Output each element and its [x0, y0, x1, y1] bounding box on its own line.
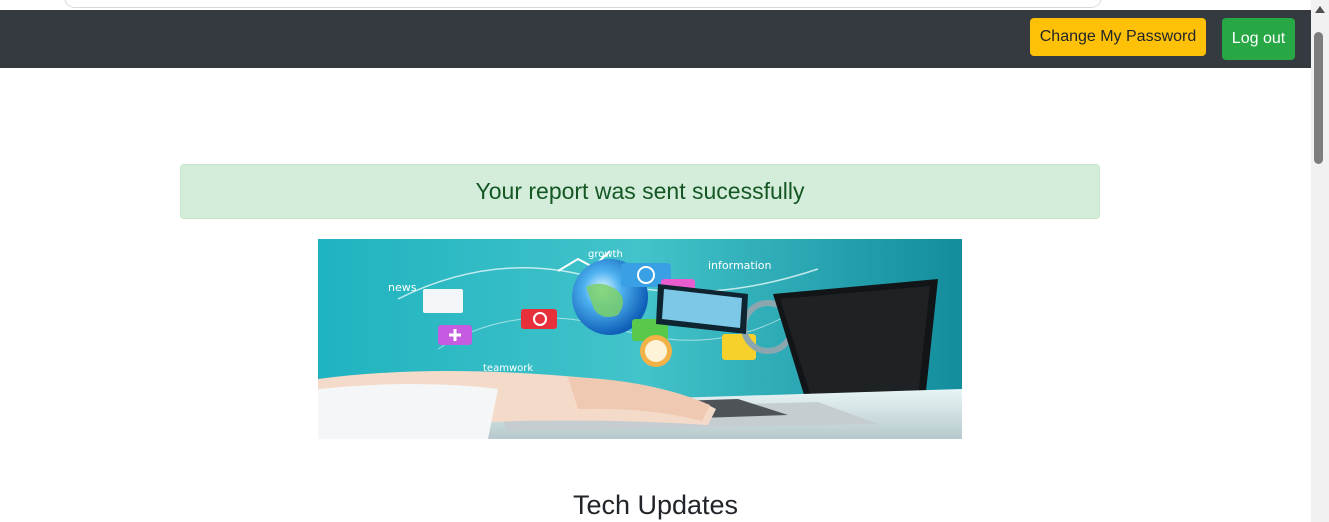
success-alert: Your report was sent sucessfully [180, 164, 1100, 219]
vertical-scrollbar[interactable] [1311, 0, 1329, 522]
hero-label-teamwork: teamwork [483, 363, 533, 374]
technology-laptop-illustration: news information growth teamwork [318, 239, 962, 439]
scroll-up-arrow-icon[interactable] [1315, 6, 1325, 13]
hero-label-news: news [388, 281, 417, 294]
hero-image: news information growth teamwork [318, 239, 962, 439]
scroll-thumb[interactable] [1314, 32, 1323, 164]
alert-message: Your report was sent sucessfully [475, 178, 805, 204]
hero-label-information: information [708, 259, 772, 272]
logout-button[interactable]: Log out [1222, 18, 1295, 60]
hero-label-growth: growth [588, 249, 623, 260]
change-password-button[interactable]: Change My Password [1030, 18, 1206, 56]
address-bar-edge[interactable] [64, 0, 1102, 8]
section-title: Tech Updates [572, 490, 739, 520]
top-navbar: Change My Password Log out [0, 10, 1311, 68]
browser-top-strip [0, 0, 1311, 10]
